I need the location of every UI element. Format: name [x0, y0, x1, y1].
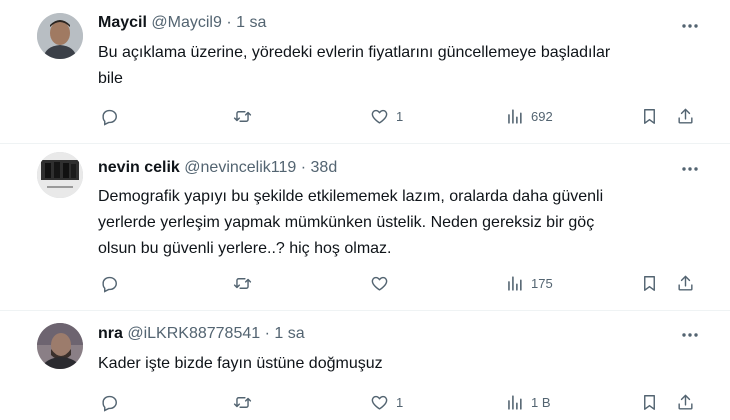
- bookmark-icon: [644, 108, 655, 124]
- views-count: 1 B: [531, 394, 551, 410]
- tweet-actions: 1 692: [98, 105, 708, 127]
- like-icon: [371, 276, 388, 291]
- views-count: 175: [531, 275, 553, 291]
- tweet-header: nra @iLKRK88778541 · 1 sa: [98, 325, 305, 343]
- timestamp[interactable]: 1 sa: [274, 325, 304, 342]
- like-button[interactable]: 1: [370, 391, 403, 413]
- tweet-actions: 175: [98, 272, 708, 294]
- like-button[interactable]: [370, 272, 396, 294]
- tweet-text-line: bile: [98, 70, 123, 87]
- tweet-3[interactable]: nra @iLKRK88778541 · 1 sa Kader işte biz…: [0, 311, 730, 420]
- tweet-text: Kader işte bizde fayın üstüne doğmuşuz: [98, 351, 698, 377]
- reply-icon: [102, 276, 117, 293]
- author-handle[interactable]: @iLKRK88778541: [127, 325, 260, 342]
- reply-icon: [102, 109, 117, 126]
- separator-dot: ·: [226, 14, 232, 31]
- tweet-actions: 1 1 B: [98, 391, 708, 413]
- bookmark-icon: [644, 394, 655, 410]
- author-handle[interactable]: @nevincelik119: [184, 159, 296, 176]
- tweet-text: Bu açıklama üzerine, yöredeki evlerin fi…: [98, 40, 698, 92]
- tweet-text-line: Bu açıklama üzerine, yöredeki evlerin fi…: [98, 44, 611, 61]
- more-icon: [682, 24, 698, 28]
- avatar[interactable]: [37, 152, 83, 198]
- retweet-button[interactable]: [233, 105, 259, 127]
- like-count: 1: [396, 394, 404, 410]
- like-icon: [371, 395, 388, 410]
- views-button[interactable]: 175: [505, 272, 553, 294]
- views-icon: [508, 108, 522, 124]
- author-name[interactable]: nra: [98, 325, 123, 342]
- timestamp[interactable]: 38d: [311, 159, 338, 176]
- author-name[interactable]: nevin celik: [98, 159, 180, 176]
- timestamp[interactable]: 1 sa: [236, 14, 266, 31]
- views-button[interactable]: 1 B: [505, 391, 551, 413]
- more-icon: [682, 333, 698, 337]
- reply-button[interactable]: [100, 272, 126, 294]
- tweet-header: nevin celik @nevincelik119 · 38d: [98, 159, 337, 177]
- retweet-icon: [233, 396, 252, 408]
- share-button[interactable]: [676, 272, 695, 294]
- retweet-icon: [233, 110, 252, 122]
- avatar[interactable]: [37, 323, 83, 369]
- views-icon: [508, 394, 522, 410]
- share-button[interactable]: [676, 391, 695, 413]
- share-button[interactable]: [676, 105, 695, 127]
- bookmark-button[interactable]: [640, 272, 659, 294]
- retweet-button[interactable]: [233, 272, 259, 294]
- tweet-header: Maycil @Maycil9 · 1 sa: [98, 14, 266, 32]
- tweet-1[interactable]: Maycil @Maycil9 · 1 sa Bu açıklama üzeri…: [0, 0, 730, 143]
- like-icon: [371, 109, 388, 124]
- separator-dot: ·: [300, 159, 307, 176]
- separator-dot: ·: [264, 325, 270, 342]
- more-icon: [682, 167, 698, 171]
- reply-button[interactable]: [100, 391, 126, 413]
- reply-icon: [102, 395, 117, 412]
- tweet-text-line: olsun bu güvenli yerlere..? hiç hoş olma…: [98, 240, 392, 257]
- reply-button[interactable]: [100, 105, 126, 127]
- more-options-button[interactable]: [680, 16, 700, 36]
- views-count: 692: [531, 108, 553, 124]
- more-options-button[interactable]: [680, 159, 700, 179]
- avatar[interactable]: [37, 13, 83, 59]
- views-button[interactable]: 692: [505, 105, 553, 127]
- share-icon: [678, 394, 693, 410]
- tweet-text-line: Kader işte bizde fayın üstüne doğmuşuz: [98, 355, 383, 372]
- tweet-text: Demografik yapıyı bu şekilde etkilememek…: [98, 184, 698, 262]
- like-button[interactable]: 1: [370, 105, 403, 127]
- tweet-text-line: Demografik yapıyı bu şekilde etkilememek…: [98, 188, 604, 205]
- tweet-text-line: yerlerde yerleşim yapmak mümkünken üstel…: [98, 214, 595, 231]
- more-options-button[interactable]: [680, 325, 700, 345]
- share-icon: [678, 108, 693, 124]
- share-icon: [678, 275, 693, 291]
- author-handle[interactable]: @Maycil9: [151, 14, 221, 31]
- bookmark-icon: [644, 275, 655, 291]
- bookmark-button[interactable]: [640, 391, 659, 413]
- retweet-button[interactable]: [233, 391, 259, 413]
- like-count: 1: [396, 108, 404, 124]
- views-icon: [508, 275, 522, 291]
- tweet-2[interactable]: nevin celik @nevincelik119 · 38d Demogra…: [0, 144, 730, 310]
- author-name[interactable]: Maycil: [98, 14, 147, 31]
- retweet-icon: [233, 277, 252, 289]
- bookmark-button[interactable]: [640, 105, 659, 127]
